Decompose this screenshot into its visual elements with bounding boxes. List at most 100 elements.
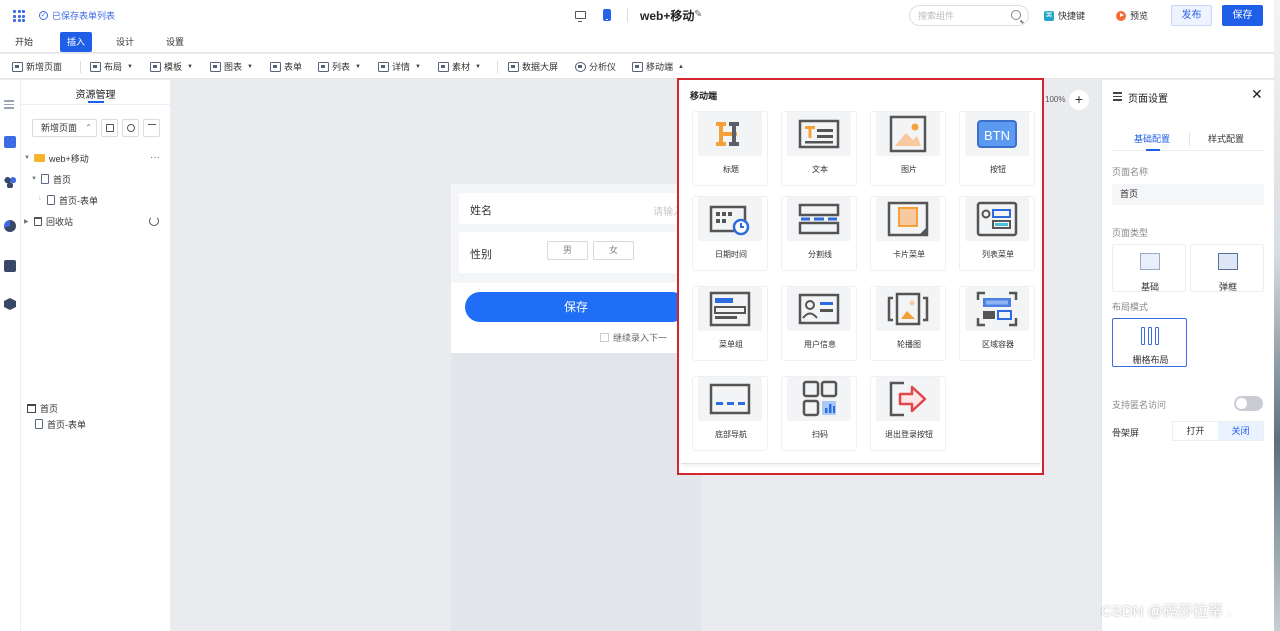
saved-status[interactable]: ✓ 已保存表单列表 <box>39 9 115 22</box>
material-icon <box>438 61 449 72</box>
save-button[interactable]: 保存 <box>1222 5 1263 26</box>
skeleton-close-button[interactable]: 关闭 <box>1218 422 1263 440</box>
tab-design[interactable]: 设计 <box>109 32 141 52</box>
page-list-item[interactable]: 首页 <box>27 400 58 416</box>
caret-down-icon: ▼ <box>415 63 421 70</box>
app-grid-icon[interactable] <box>13 10 25 22</box>
toolbar-new-page[interactable]: 新增页面 <box>12 59 62 74</box>
mobile-view-button[interactable] <box>597 5 617 25</box>
page-type-dialog[interactable]: 弹框 <box>1190 244 1264 292</box>
tab-settings[interactable]: 设置 <box>159 32 191 52</box>
branch-icon: └ <box>37 197 42 203</box>
layout-grid-option[interactable]: 栅格布局 <box>1112 318 1187 367</box>
new-page-label: 新增页面 <box>41 123 78 133</box>
components-icon[interactable] <box>4 176 16 188</box>
collapse-button[interactable] <box>143 119 160 137</box>
toolbar-big-screen[interactable]: 数据大屏 <box>508 59 558 74</box>
close-icon[interactable]: ✕ <box>1251 86 1263 103</box>
expand-icon[interactable]: ▼ <box>24 155 30 161</box>
toolbar-list[interactable]: 列表 ▼ <box>318 59 361 74</box>
component-text[interactable]: 文本 <box>781 111 857 186</box>
desktop-view-button[interactable] <box>570 5 590 25</box>
toolbar-material[interactable]: 素材 ▼ <box>438 59 481 74</box>
check-circle-icon: ✓ <box>39 11 48 20</box>
component-logout[interactable]: 退出登录按钮 <box>870 376 946 451</box>
refresh-icon[interactable] <box>149 216 159 226</box>
button-icon: BTN <box>965 112 1029 156</box>
page-icon <box>41 174 49 184</box>
component-search-input[interactable] <box>910 6 1000 25</box>
page-name-input[interactable]: 首页 <box>1112 184 1264 205</box>
tree-root[interactable]: ▼ web+移动 <box>24 150 89 166</box>
search-icon[interactable] <box>1011 10 1021 20</box>
component-title[interactable]: 标题 <box>692 111 768 186</box>
component-divider[interactable]: 分割线 <box>781 196 857 271</box>
name-field[interactable]: 姓名 请输入 <box>459 193 693 224</box>
page-type-basic[interactable]: 基础 <box>1112 244 1186 292</box>
monitor-icon <box>574 11 586 22</box>
component-user-info[interactable]: 用户信息 <box>781 286 857 361</box>
skeleton-open-button[interactable]: 打开 <box>1173 422 1218 440</box>
component-image[interactable]: 图片 <box>870 111 946 186</box>
page-list-item[interactable]: 首页-表单 <box>35 416 86 432</box>
tab-start[interactable]: 开始 <box>8 32 40 52</box>
toolbar-detail[interactable]: 详情 ▼ <box>378 59 421 74</box>
folder-button[interactable] <box>101 119 118 137</box>
saved-status-label: 已保存表单列表 <box>52 11 116 21</box>
component-bottom-nav[interactable]: 底部导航 <box>692 376 768 451</box>
component-label: 菜单组 <box>719 340 743 349</box>
tab-style-config[interactable]: 样式配置 <box>1208 132 1244 145</box>
continue-label: 继续录入下一 <box>613 333 668 343</box>
shortcut-button[interactable]: ⌘ 快捷键 <box>1044 9 1085 22</box>
anonymous-access-toggle[interactable] <box>1234 396 1263 411</box>
toolbar-label: 移动端 <box>646 62 674 72</box>
search-button[interactable] <box>122 119 139 137</box>
component-button[interactable]: BTN 按钮 <box>959 111 1035 186</box>
tree-recycle[interactable]: ▶ 回收站 <box>24 213 73 229</box>
list-menu-icon <box>965 197 1029 241</box>
toolbar-chart[interactable]: 图表 ▼ <box>210 59 253 74</box>
pages-icon[interactable] <box>4 136 16 148</box>
active-underline <box>1146 149 1160 151</box>
tree-page[interactable]: ▼ 首页 <box>31 171 71 187</box>
zoom-level: 100% <box>1045 95 1066 104</box>
toolbar-mobile[interactable]: 移动端 ▲ <box>632 59 684 74</box>
zoom-in-button[interactable]: + <box>1069 90 1089 110</box>
expand-icon[interactable]: ▶ <box>24 218 30 225</box>
sex-option-female[interactable]: 女 <box>593 241 634 260</box>
component-carousel[interactable]: 轮播图 <box>870 286 946 361</box>
more-icon[interactable]: ··· <box>150 152 160 163</box>
sex-option-male[interactable]: 男 <box>547 241 588 260</box>
menu-icon[interactable] <box>4 98 16 110</box>
pie-chart-icon[interactable] <box>4 220 16 232</box>
component-list-menu[interactable]: 列表菜单 <box>959 196 1035 271</box>
toolbar-analyzer[interactable]: 分析仪 <box>575 59 616 74</box>
component-datetime[interactable]: 日期时间 <box>692 196 768 271</box>
tab-insert[interactable]: 插入 <box>60 32 93 52</box>
folder-icon <box>106 124 114 132</box>
new-page-button[interactable]: 新增页面 ⌃ <box>32 119 97 137</box>
tree-form[interactable]: └ 首页-表单 <box>37 192 98 208</box>
background-edge <box>1274 0 1280 631</box>
form-page-icon <box>35 419 43 429</box>
toolbar-layout[interactable]: 布局 ▼ <box>90 59 133 74</box>
toolbar-template[interactable]: 模板 ▼ <box>150 59 193 74</box>
toolbar-form[interactable]: 表单 <box>270 59 302 74</box>
component-area-container[interactable]: 区域容器 <box>959 286 1035 361</box>
component-menu-group[interactable]: 菜单组 <box>692 286 768 361</box>
trend-icon[interactable] <box>4 260 16 272</box>
expand-icon[interactable]: ▼ <box>31 176 37 182</box>
publish-button[interactable]: 发布 <box>1171 5 1212 26</box>
component-label: 列表菜单 <box>982 250 1014 259</box>
continue-checkbox[interactable] <box>600 333 609 342</box>
logout-icon <box>876 377 940 421</box>
continue-entry[interactable]: 继续录入下一 <box>600 331 667 344</box>
page-name-label: 页面名称 <box>1112 167 1149 177</box>
preview-button[interactable]: 预览 <box>1116 9 1148 22</box>
edit-icon[interactable]: ✎ <box>694 9 702 20</box>
component-card-menu[interactable]: 卡片菜单 <box>870 196 946 271</box>
cube-icon[interactable] <box>4 298 16 310</box>
form-save-button[interactable]: 保存 <box>465 292 687 322</box>
tab-basic-config[interactable]: 基础配置 <box>1134 132 1170 145</box>
component-scan[interactable]: 扫码 <box>781 376 857 451</box>
